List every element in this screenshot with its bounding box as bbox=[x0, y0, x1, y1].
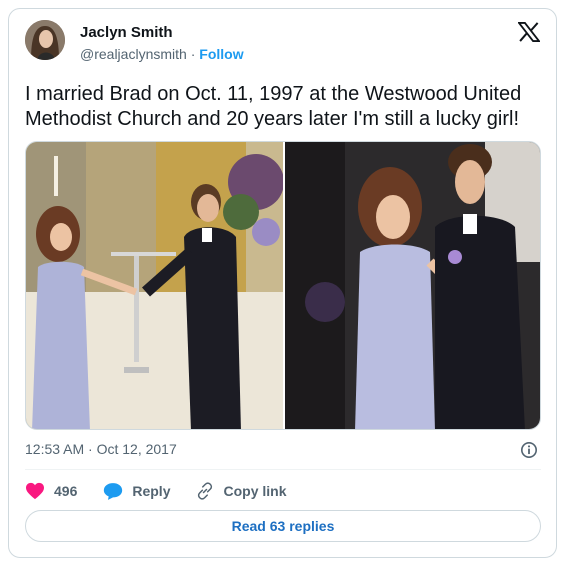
link-icon bbox=[198, 482, 213, 500]
info-icon[interactable] bbox=[520, 441, 538, 459]
reply-bubble-icon bbox=[104, 482, 123, 500]
tweet-text: I married Brad on Oct. 11, 1997 at the W… bbox=[25, 83, 522, 130]
action-bar: 496 Reply Copy link bbox=[25, 480, 313, 502]
handle-row: @realjaclynsmith · Follow bbox=[80, 46, 244, 62]
follow-button[interactable]: Follow bbox=[199, 46, 243, 62]
reply-label: Reply bbox=[132, 483, 171, 499]
tweet-timestamp[interactable]: 12:53 AM · Oct 12, 2017 bbox=[25, 441, 177, 457]
read-replies-button[interactable]: Read 63 replies bbox=[25, 510, 541, 542]
author-handle[interactable]: @realjaclynsmith bbox=[80, 46, 187, 62]
author-name[interactable]: Jaclyn Smith bbox=[80, 24, 173, 41]
tweet-media bbox=[25, 141, 541, 430]
like-count: 496 bbox=[54, 483, 78, 499]
reply-button[interactable]: Reply bbox=[103, 482, 170, 501]
x-logo-icon[interactable] bbox=[518, 22, 540, 42]
like-button[interactable]: 496 bbox=[25, 482, 77, 500]
separator: · bbox=[190, 46, 196, 62]
avatar[interactable] bbox=[25, 20, 65, 60]
copy-link-button[interactable]: Copy link bbox=[196, 482, 287, 500]
divider bbox=[25, 469, 541, 470]
wedding-photo-dance[interactable] bbox=[285, 142, 541, 430]
heart-icon bbox=[26, 482, 44, 500]
copy-link-label: Copy link bbox=[223, 483, 287, 499]
wedding-photo-altar[interactable] bbox=[26, 142, 283, 430]
